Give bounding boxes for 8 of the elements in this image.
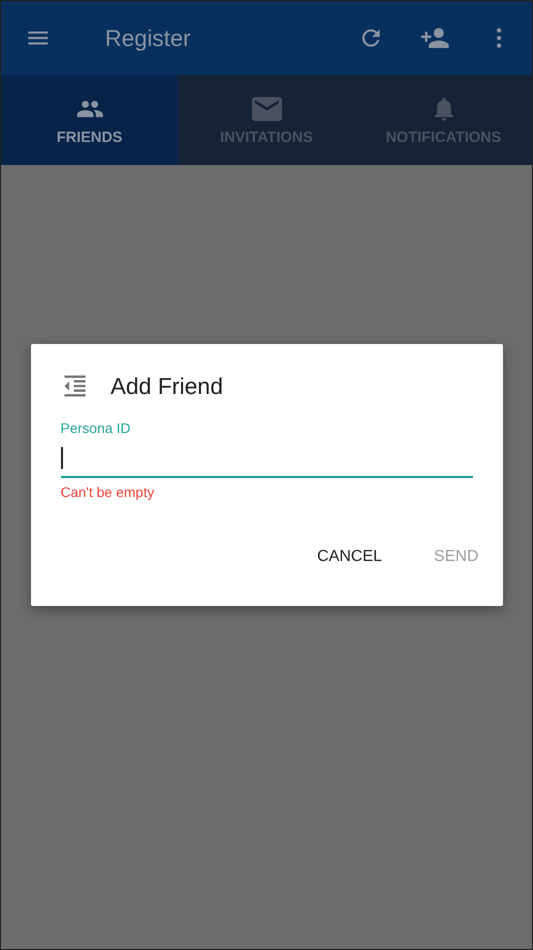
mail-icon [252, 94, 282, 122]
field-label: Persona ID [60, 420, 132, 436]
text-cursor [60, 447, 62, 469]
app-title: Register [105, 24, 191, 52]
dialog-title: Add Friend [110, 372, 224, 400]
error-message: Can't be empty [60, 484, 156, 500]
cancel-button[interactable]: CANCEL [305, 540, 394, 574]
tab[interactable]: FRIENDS [1, 75, 178, 165]
